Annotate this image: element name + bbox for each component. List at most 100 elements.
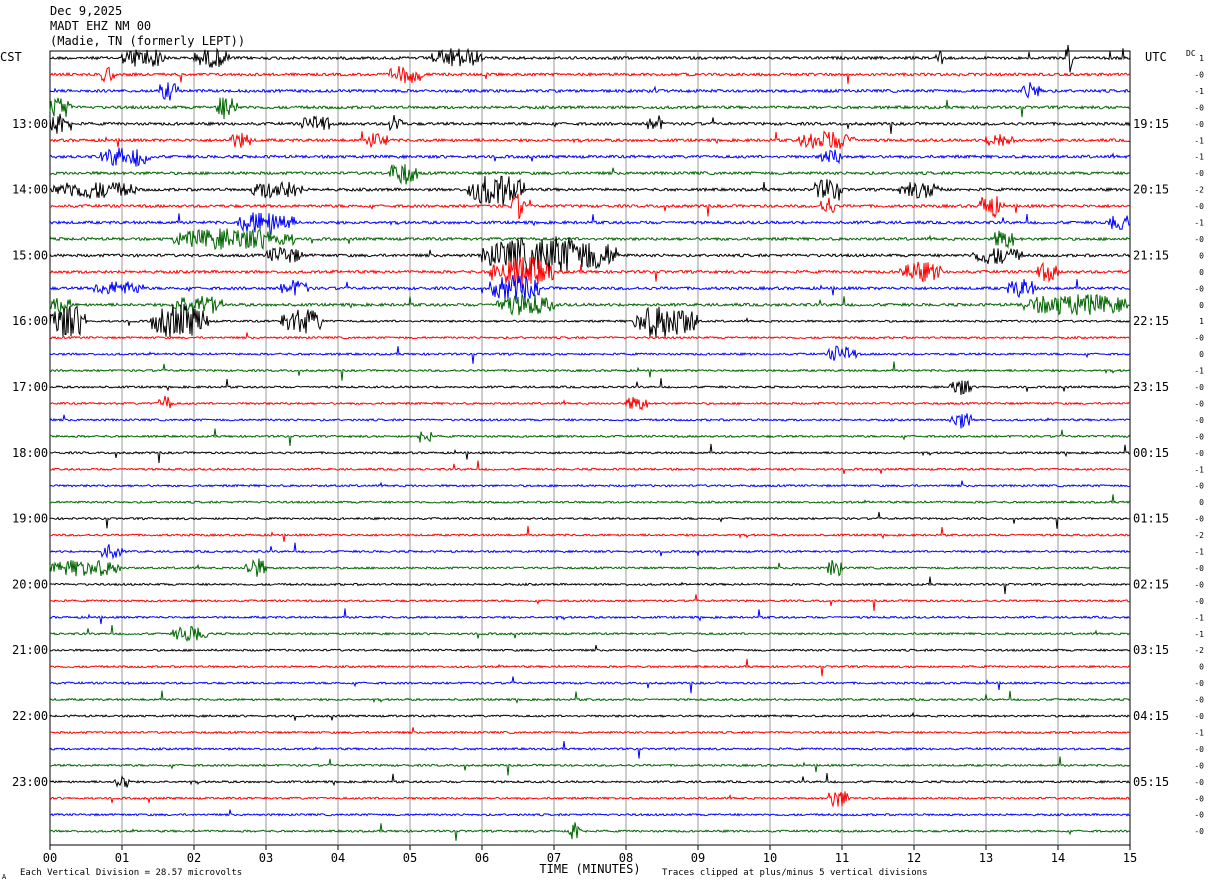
dc-offset-label: 1 bbox=[1199, 54, 1204, 63]
seismic-trace bbox=[49, 727, 1131, 735]
seismic-trace bbox=[49, 711, 1130, 721]
dc-offset-label: 0 bbox=[1199, 498, 1204, 507]
corner-mark: A bbox=[2, 873, 7, 881]
dc-offset-label: -0 bbox=[1194, 399, 1204, 408]
dc-offset-label: -1 bbox=[1194, 367, 1204, 376]
utc-hour-label: 19:15 bbox=[1133, 117, 1169, 131]
dc-offset-label: 0 bbox=[1199, 350, 1204, 359]
seismic-trace bbox=[49, 594, 1131, 612]
seismic-trace bbox=[49, 66, 1131, 84]
seismic-trace bbox=[49, 756, 1131, 776]
x-tick-label: 11 bbox=[835, 851, 849, 865]
dc-offset-label: -0 bbox=[1194, 778, 1204, 787]
cst-hour-label: 22:00 bbox=[12, 709, 48, 723]
utc-hour-label: 01:15 bbox=[1133, 512, 1169, 526]
dc-offset-label: -0 bbox=[1194, 334, 1204, 343]
seismic-trace bbox=[49, 164, 1131, 185]
seismic-trace bbox=[49, 822, 1131, 841]
utc-hour-label: 22:15 bbox=[1133, 314, 1169, 328]
seismic-trace bbox=[49, 558, 1131, 577]
seismic-trace bbox=[49, 443, 1130, 463]
dc-offset-label: -1 bbox=[1194, 87, 1204, 96]
cst-hour-label: 14:00 bbox=[12, 183, 48, 197]
seismic-trace bbox=[49, 378, 1131, 396]
dc-offset-label: -0 bbox=[1194, 761, 1204, 770]
dc-offset-label: 0 bbox=[1199, 251, 1204, 260]
dc-offset-label: -1 bbox=[1194, 136, 1204, 145]
seismic-trace bbox=[49, 332, 1131, 340]
dc-offset-label: -1 bbox=[1194, 613, 1204, 622]
seismic-trace bbox=[50, 511, 1131, 529]
seismic-trace bbox=[49, 542, 1131, 560]
x-tick-label: 13 bbox=[979, 851, 993, 865]
dc-offset-label: -1 bbox=[1194, 728, 1204, 737]
seismic-trace bbox=[49, 644, 1131, 653]
utc-hour-label: 21:15 bbox=[1133, 248, 1169, 262]
dc-offset-label: -0 bbox=[1194, 120, 1204, 129]
seismic-trace bbox=[49, 193, 1131, 219]
seismic-trace bbox=[49, 413, 1131, 429]
x-axis-title: TIME (MINUTES) bbox=[539, 862, 640, 876]
utc-hour-label: 20:15 bbox=[1133, 183, 1169, 197]
seismic-trace bbox=[49, 175, 1131, 206]
utc-hour-label: 04:15 bbox=[1133, 709, 1169, 723]
x-tick-label: 15 bbox=[1123, 851, 1137, 865]
helicorder-plot: CST UTC DC 13:00 14:00 15:00 16:00 17:00 18:00 19… bbox=[0, 44, 1204, 881]
dc-offset-label: 0 bbox=[1199, 301, 1204, 310]
cst-hour-label: 19:00 bbox=[12, 512, 48, 526]
x-tick-label: 09 bbox=[691, 851, 705, 865]
dc-offset-label: 0 bbox=[1199, 268, 1204, 277]
dc-offset-label: -0 bbox=[1194, 597, 1204, 606]
seismic-trace bbox=[50, 526, 1131, 542]
seismic-trace bbox=[49, 772, 1130, 788]
utc-hour-label: 00:15 bbox=[1133, 446, 1169, 460]
cst-hour-label: 13:00 bbox=[12, 117, 48, 131]
cst-hour-label: 23:00 bbox=[12, 775, 48, 789]
utc-hour-label: 23:15 bbox=[1133, 380, 1169, 394]
dc-offset-label: -0 bbox=[1194, 696, 1204, 705]
dc-offset-label: -0 bbox=[1194, 712, 1204, 721]
seismic-trace bbox=[49, 791, 1131, 808]
dc-offset-label: -0 bbox=[1194, 827, 1204, 836]
dc-offset-label: -0 bbox=[1194, 383, 1204, 392]
dc-offset-label: -1 bbox=[1194, 630, 1204, 639]
dc-offset-label: -0 bbox=[1194, 564, 1204, 573]
dc-offset-label: -0 bbox=[1194, 794, 1204, 803]
dc-offset-label: -0 bbox=[1194, 482, 1204, 491]
plot-frame bbox=[49, 50, 1131, 846]
seismic-trace bbox=[49, 624, 1131, 643]
dc-offset-label: -0 bbox=[1194, 811, 1204, 820]
cst-hour-label: 18:00 bbox=[12, 446, 48, 460]
cst-hour-label: 21:00 bbox=[12, 643, 48, 657]
dc-offset-label: -0 bbox=[1194, 202, 1204, 211]
seismic-trace bbox=[49, 293, 1131, 316]
seismic-trace bbox=[49, 228, 1131, 251]
cst-hour-label: 15:00 bbox=[12, 248, 48, 262]
dc-offset-label: -2 bbox=[1194, 531, 1204, 540]
dc-offset-label: -0 bbox=[1194, 70, 1204, 79]
dc-offset-label: -1 bbox=[1194, 153, 1204, 162]
dc-offset-label: -0 bbox=[1194, 169, 1204, 178]
dc-offset-label: 1 bbox=[1199, 317, 1204, 326]
dc-offset-label: 0 bbox=[1199, 663, 1204, 672]
seismic-trace bbox=[49, 494, 1131, 505]
dc-offset-label: -0 bbox=[1194, 679, 1204, 688]
seismic-trace bbox=[49, 460, 1131, 475]
seismic-trace bbox=[49, 809, 1131, 817]
cst-hour-label: 20:00 bbox=[12, 577, 48, 591]
x-tick-label: 00 bbox=[43, 851, 57, 865]
cst-hour-label: 16:00 bbox=[12, 314, 48, 328]
x-tick-label: 10 bbox=[763, 851, 777, 865]
dc-offset-label: -0 bbox=[1194, 432, 1204, 441]
x-tick-label: 01 bbox=[115, 851, 129, 865]
seismic-trace bbox=[49, 113, 1131, 135]
utc-hour-label: 03:15 bbox=[1133, 643, 1169, 657]
utc-hour-label: 05:15 bbox=[1133, 775, 1169, 789]
seismic-trace bbox=[49, 236, 1131, 275]
x-tick-label: 02 bbox=[187, 851, 201, 865]
seismic-trace bbox=[49, 212, 1131, 236]
seismic-trace bbox=[49, 658, 1131, 677]
dc-offset-label: -2 bbox=[1194, 646, 1204, 655]
seismic-trace bbox=[49, 130, 1131, 150]
seismic-trace bbox=[49, 676, 1131, 694]
